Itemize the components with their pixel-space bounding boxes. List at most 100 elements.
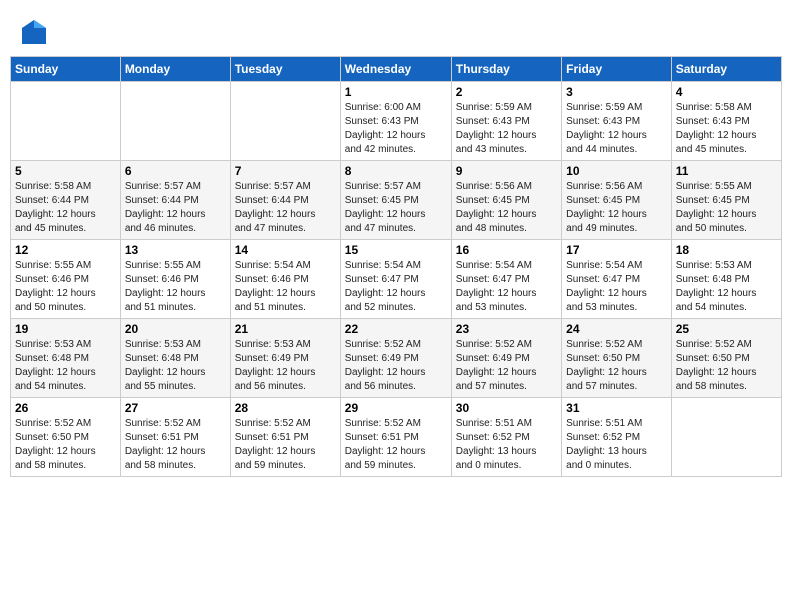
- day-number: 26: [15, 401, 116, 415]
- day-number: 6: [125, 164, 226, 178]
- day-info: Sunrise: 5:57 AMSunset: 6:45 PMDaylight:…: [345, 180, 447, 236]
- calendar-cell: 11 Sunrise: 5:55 AMSunset: 6:45 PMDayligh…: [671, 161, 781, 240]
- calendar-cell: 3 Sunrise: 5:59 AMSunset: 6:43 PMDaylight…: [562, 82, 672, 161]
- day-info: Sunrise: 5:57 AMSunset: 6:44 PMDaylight:…: [235, 180, 336, 236]
- day-info: Sunrise: 5:55 AMSunset: 6:46 PMDaylight:…: [15, 259, 116, 315]
- day-number: 16: [456, 243, 557, 257]
- day-number: 14: [235, 243, 336, 257]
- day-info: Sunrise: 5:52 AMSunset: 6:50 PMDaylight:…: [566, 338, 667, 394]
- calendar-week-row: 12 Sunrise: 5:55 AMSunset: 6:46 PMDayligh…: [11, 240, 782, 319]
- calendar-week-row: 1Sunrise: 6:00 AMSunset: 6:43 PMDaylight…: [11, 82, 782, 161]
- calendar-cell: 13 Sunrise: 5:55 AMSunset: 6:46 PMDayligh…: [120, 240, 230, 319]
- calendar-cell: 16 Sunrise: 5:54 AMSunset: 6:47 PMDayligh…: [451, 240, 561, 319]
- day-number: 27: [125, 401, 226, 415]
- calendar-cell: 19Sunrise: 5:53 AMSunset: 6:48 PMDayligh…: [11, 319, 121, 398]
- day-number: 3: [566, 85, 667, 99]
- calendar-cell: 25Sunrise: 5:52 AMSunset: 6:50 PMDayligh…: [671, 319, 781, 398]
- calendar-cell: 30 Sunrise: 5:51 AMSunset: 6:52 PMDayligh…: [451, 398, 561, 477]
- page-header: [10, 10, 782, 50]
- calendar-table: SundayMondayTuesdayWednesdayThursdayFrid…: [10, 56, 782, 477]
- day-info: Sunrise: 5:54 AMSunset: 6:47 PMDaylight:…: [456, 259, 557, 315]
- day-info: Sunrise: 5:59 AMSunset: 6:43 PMDaylight:…: [456, 101, 557, 157]
- calendar-cell: 9 Sunrise: 5:56 AMSunset: 6:45 PMDaylight…: [451, 161, 561, 240]
- day-info: Sunrise: 5:55 AMSunset: 6:46 PMDaylight:…: [125, 259, 226, 315]
- calendar-day-header: Saturday: [671, 57, 781, 82]
- day-info: Sunrise: 6:00 AMSunset: 6:43 PMDaylight:…: [345, 101, 447, 157]
- day-number: 4: [676, 85, 777, 99]
- day-info: Sunrise: 5:56 AMSunset: 6:45 PMDaylight:…: [566, 180, 667, 236]
- day-number: 21: [235, 322, 336, 336]
- calendar-cell: 14 Sunrise: 5:54 AMSunset: 6:46 PMDayligh…: [230, 240, 340, 319]
- calendar-day-header: Friday: [562, 57, 672, 82]
- calendar-cell: 5 Sunrise: 5:58 AMSunset: 6:44 PMDaylight…: [11, 161, 121, 240]
- calendar-cell: 24Sunrise: 5:52 AMSunset: 6:50 PMDayligh…: [562, 319, 672, 398]
- day-number: 15: [345, 243, 447, 257]
- day-info: Sunrise: 5:57 AMSunset: 6:44 PMDaylight:…: [125, 180, 226, 236]
- day-info: Sunrise: 5:59 AMSunset: 6:43 PMDaylight:…: [566, 101, 667, 157]
- calendar-cell: 28Sunrise: 5:52 AMSunset: 6:51 PMDayligh…: [230, 398, 340, 477]
- day-info: Sunrise: 5:56 AMSunset: 6:45 PMDaylight:…: [456, 180, 557, 236]
- calendar-day-header: Monday: [120, 57, 230, 82]
- day-info: Sunrise: 5:53 AMSunset: 6:48 PMDaylight:…: [125, 338, 226, 394]
- day-info: Sunrise: 5:54 AMSunset: 6:47 PMDaylight:…: [345, 259, 447, 315]
- day-number: 12: [15, 243, 116, 257]
- day-info: Sunrise: 5:53 AMSunset: 6:48 PMDaylight:…: [676, 259, 777, 315]
- calendar-week-row: 19Sunrise: 5:53 AMSunset: 6:48 PMDayligh…: [11, 319, 782, 398]
- day-info: Sunrise: 5:52 AMSunset: 6:51 PMDaylight:…: [345, 417, 447, 473]
- day-number: 23: [456, 322, 557, 336]
- day-number: 13: [125, 243, 226, 257]
- day-number: 28: [235, 401, 336, 415]
- calendar-cell: 18 Sunrise: 5:53 AMSunset: 6:48 PMDayligh…: [671, 240, 781, 319]
- day-info: Sunrise: 5:55 AMSunset: 6:45 PMDaylight:…: [676, 180, 777, 236]
- calendar-cell: 21 Sunrise: 5:53 AMSunset: 6:49 PMDayligh…: [230, 319, 340, 398]
- day-number: 9: [456, 164, 557, 178]
- calendar-cell: 2 Sunrise: 5:59 AMSunset: 6:43 PMDaylight…: [451, 82, 561, 161]
- day-info: Sunrise: 5:51 AMSunset: 6:52 PMDaylight:…: [456, 417, 557, 473]
- calendar-cell: 29 Sunrise: 5:52 AMSunset: 6:51 PMDayligh…: [340, 398, 451, 477]
- calendar-cell: 26 Sunrise: 5:52 AMSunset: 6:50 PMDayligh…: [11, 398, 121, 477]
- calendar-cell: 7 Sunrise: 5:57 AMSunset: 6:44 PMDaylight…: [230, 161, 340, 240]
- calendar-cell: [120, 82, 230, 161]
- day-info: Sunrise: 5:52 AMSunset: 6:50 PMDaylight:…: [15, 417, 116, 473]
- calendar-cell: [11, 82, 121, 161]
- day-info: Sunrise: 5:53 AMSunset: 6:48 PMDaylight:…: [15, 338, 116, 394]
- day-info: Sunrise: 5:54 AMSunset: 6:46 PMDaylight:…: [235, 259, 336, 315]
- calendar-cell: 27 Sunrise: 5:52 AMSunset: 6:51 PMDayligh…: [120, 398, 230, 477]
- calendar-cell: 4 Sunrise: 5:58 AMSunset: 6:43 PMDaylight…: [671, 82, 781, 161]
- calendar-header-row: SundayMondayTuesdayWednesdayThursdayFrid…: [11, 57, 782, 82]
- day-number: 10: [566, 164, 667, 178]
- day-info: Sunrise: 5:52 AMSunset: 6:49 PMDaylight:…: [345, 338, 447, 394]
- logo-icon: [20, 18, 48, 46]
- calendar-cell: 31 Sunrise: 5:51 AMSunset: 6:52 PMDayligh…: [562, 398, 672, 477]
- calendar-week-row: 26 Sunrise: 5:52 AMSunset: 6:50 PMDayligh…: [11, 398, 782, 477]
- day-number: 2: [456, 85, 557, 99]
- day-number: 8: [345, 164, 447, 178]
- day-info: Sunrise: 5:51 AMSunset: 6:52 PMDaylight:…: [566, 417, 667, 473]
- day-number: 17: [566, 243, 667, 257]
- calendar-cell: 12 Sunrise: 5:55 AMSunset: 6:46 PMDayligh…: [11, 240, 121, 319]
- day-info: Sunrise: 5:58 AMSunset: 6:44 PMDaylight:…: [15, 180, 116, 236]
- day-number: 29: [345, 401, 447, 415]
- day-info: Sunrise: 5:53 AMSunset: 6:49 PMDaylight:…: [235, 338, 336, 394]
- calendar-cell: 1Sunrise: 6:00 AMSunset: 6:43 PMDaylight…: [340, 82, 451, 161]
- logo: [20, 18, 50, 46]
- day-number: 18: [676, 243, 777, 257]
- day-info: Sunrise: 5:58 AMSunset: 6:43 PMDaylight:…: [676, 101, 777, 157]
- day-number: 7: [235, 164, 336, 178]
- calendar-day-header: Thursday: [451, 57, 561, 82]
- day-number: 5: [15, 164, 116, 178]
- calendar-day-header: Sunday: [11, 57, 121, 82]
- day-number: 30: [456, 401, 557, 415]
- calendar-cell: [671, 398, 781, 477]
- day-number: 20: [125, 322, 226, 336]
- calendar-day-header: Tuesday: [230, 57, 340, 82]
- calendar-cell: 20 Sunrise: 5:53 AMSunset: 6:48 PMDayligh…: [120, 319, 230, 398]
- day-number: 11: [676, 164, 777, 178]
- day-info: Sunrise: 5:52 AMSunset: 6:50 PMDaylight:…: [676, 338, 777, 394]
- day-info: Sunrise: 5:52 AMSunset: 6:51 PMDaylight:…: [125, 417, 226, 473]
- calendar-cell: 23Sunrise: 5:52 AMSunset: 6:49 PMDayligh…: [451, 319, 561, 398]
- day-number: 31: [566, 401, 667, 415]
- calendar-cell: 17Sunrise: 5:54 AMSunset: 6:47 PMDayligh…: [562, 240, 672, 319]
- calendar-day-header: Wednesday: [340, 57, 451, 82]
- calendar-cell: 10 Sunrise: 5:56 AMSunset: 6:45 PMDayligh…: [562, 161, 672, 240]
